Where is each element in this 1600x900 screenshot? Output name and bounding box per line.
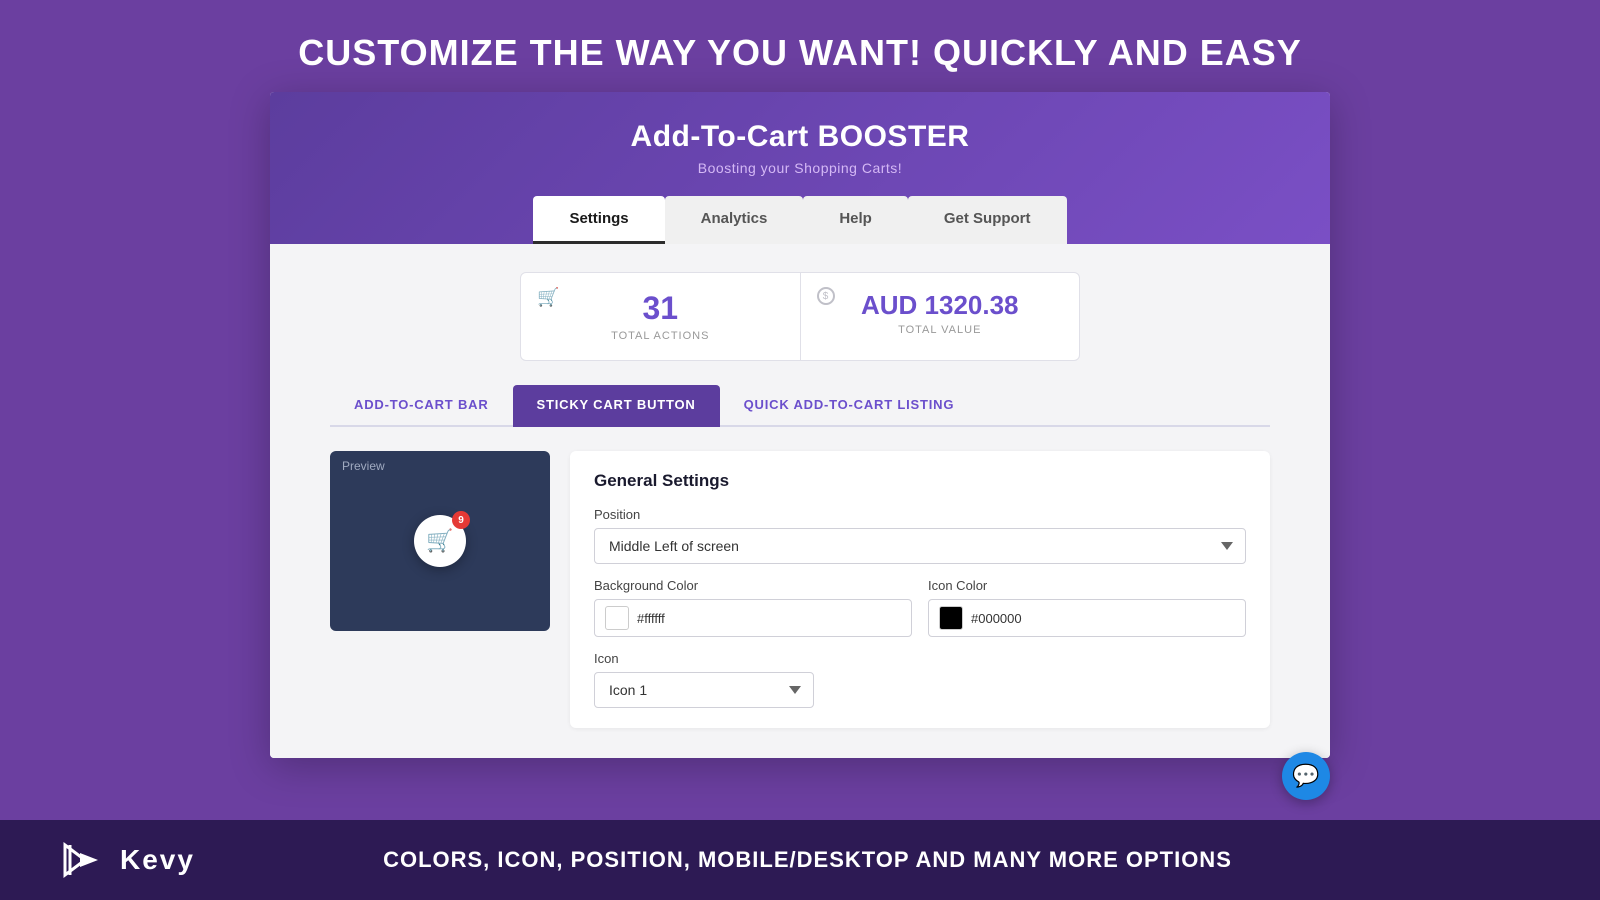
- icon-color-group: Icon Color #000000: [928, 578, 1246, 637]
- stats-row: 🛒 31 TOTAL ACTIONS $ AUD 1320.38 TOTAL V…: [520, 272, 1080, 361]
- icon-color-swatch: [939, 606, 963, 630]
- icon-color-input[interactable]: #000000: [928, 599, 1246, 637]
- total-value-amount: AUD 1320.38: [861, 291, 1019, 320]
- icon-select[interactable]: Icon 1 Icon 2 Icon 3: [594, 672, 814, 708]
- kevy-logo-icon: [60, 835, 110, 885]
- top-headline: CUSTOMIZE THE WAY YOU WANT! QUICKLY AND …: [298, 32, 1301, 74]
- sub-tab-sticky-cart-button[interactable]: STICKY CART BUTTON: [513, 385, 720, 427]
- position-select[interactable]: Middle Left of screen Middle Right of sc…: [594, 528, 1246, 564]
- sub-tabs: ADD-TO-CART BAR STICKY CART BUTTON QUICK…: [330, 385, 1270, 427]
- total-actions-value: 31: [642, 291, 678, 326]
- preview-cart-button: 9 🛒: [414, 515, 466, 567]
- cart-icon: 🛒: [537, 287, 559, 308]
- background-color-group: Background Color #ffffff: [594, 578, 912, 637]
- cart-badge: 9: [452, 511, 470, 529]
- bg-color-label: Background Color: [594, 578, 912, 593]
- logo-text: Kevy: [120, 844, 195, 876]
- panels-row: Preview 9 🛒 General Settings Position Mi…: [330, 451, 1270, 728]
- settings-panel-title: General Settings: [594, 471, 1246, 491]
- bottom-bar: Kevy COLORS, ICON, POSITION, MOBILE/DESK…: [0, 820, 1600, 900]
- nav-tabs: Settings Analytics Help Get Support: [270, 196, 1330, 244]
- total-value-label: TOTAL VALUE: [898, 324, 981, 336]
- tab-get-support[interactable]: Get Support: [908, 196, 1067, 244]
- sub-tab-quick-add-to-cart-listing[interactable]: QUICK ADD-TO-CART LISTING: [720, 385, 979, 427]
- card-content: 🛒 31 TOTAL ACTIONS $ AUD 1320.38 TOTAL V…: [270, 244, 1330, 758]
- logo-area: Kevy: [60, 835, 195, 885]
- icon-color-value: #000000: [971, 611, 1022, 626]
- app-subtitle: Boosting your Shopping Carts!: [270, 160, 1330, 176]
- tab-analytics[interactable]: Analytics: [665, 196, 804, 244]
- cart-icon-preview: 🛒: [426, 528, 453, 554]
- stat-total-actions: 🛒 31 TOTAL ACTIONS: [521, 273, 801, 360]
- preview-label: Preview: [330, 451, 397, 481]
- sub-tab-add-to-cart-bar[interactable]: ADD-TO-CART BAR: [330, 385, 513, 427]
- settings-panel: General Settings Position Middle Left of…: [570, 451, 1270, 728]
- icon-color-label: Icon Color: [928, 578, 1246, 593]
- tab-help[interactable]: Help: [803, 196, 908, 244]
- chat-bubble[interactable]: 💬: [1282, 752, 1330, 800]
- position-label: Position: [594, 507, 1246, 522]
- total-actions-label: TOTAL ACTIONS: [611, 330, 709, 342]
- preview-panel: Preview 9 🛒: [330, 451, 550, 631]
- bottom-tagline: COLORS, ICON, POSITION, MOBILE/DESKTOP A…: [195, 847, 1420, 873]
- main-card: Add-To-Cart BOOSTER Boosting your Shoppi…: [270, 92, 1330, 758]
- color-row: Background Color #ffffff Icon Color #000…: [594, 578, 1246, 637]
- dollar-icon: $: [817, 287, 835, 305]
- icon-label: Icon: [594, 651, 1246, 666]
- bg-color-swatch: [605, 606, 629, 630]
- chat-icon: 💬: [1292, 763, 1319, 789]
- card-header: Add-To-Cart BOOSTER Boosting your Shoppi…: [270, 92, 1330, 244]
- stat-total-value: $ AUD 1320.38 TOTAL VALUE: [801, 273, 1080, 360]
- bg-color-input[interactable]: #ffffff: [594, 599, 912, 637]
- bg-color-value: #ffffff: [637, 611, 665, 626]
- tab-settings[interactable]: Settings: [533, 196, 664, 244]
- icon-field: Icon Icon 1 Icon 2 Icon 3: [594, 651, 1246, 708]
- app-title: Add-To-Cart BOOSTER: [270, 120, 1330, 154]
